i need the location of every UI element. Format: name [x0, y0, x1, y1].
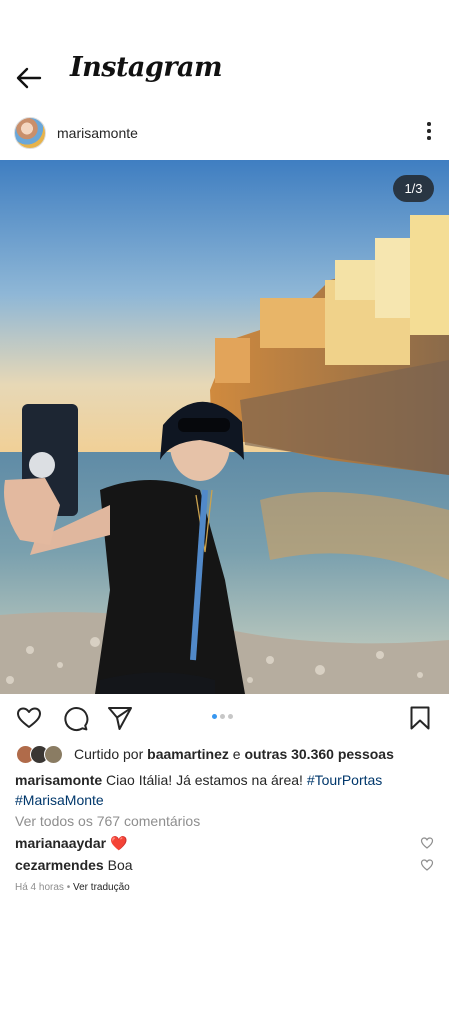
see-translation-link[interactable]: Ver tradução	[73, 882, 130, 893]
action-bar	[0, 700, 449, 736]
instagram-logo: Instagram	[70, 52, 223, 83]
share-icon[interactable]	[106, 704, 134, 732]
post-header: marisamonte	[0, 114, 449, 154]
comment-username[interactable]: cezarmendes	[15, 857, 104, 873]
avatar[interactable]	[14, 117, 46, 149]
back-arrow-icon[interactable]	[14, 64, 44, 92]
carousel-dot	[220, 714, 225, 719]
carousel-dot	[212, 714, 217, 719]
heart-icon[interactable]	[15, 704, 43, 732]
liker-avatars	[16, 745, 72, 764]
caption-username[interactable]: marisamonte	[15, 772, 102, 788]
top-bar: Instagram	[0, 0, 449, 110]
liker-username[interactable]: baamartinez	[147, 746, 229, 762]
avatar	[44, 745, 63, 764]
comment-text: Boa	[107, 857, 133, 873]
post-image[interactable]: 1/3	[0, 160, 449, 694]
carousel-indicator	[212, 714, 233, 719]
heart-icon[interactable]	[420, 836, 434, 850]
comment-icon[interactable]	[61, 704, 89, 732]
comment-text: ❤️	[109, 835, 128, 851]
hashtag-link[interactable]: #MarisaMonte	[15, 792, 104, 808]
post-time: Há 4 horas	[15, 882, 64, 893]
likes-text: Curtido por baamartinez e outras 30.360 …	[74, 746, 394, 762]
post-username[interactable]: marisamonte	[57, 125, 138, 141]
separator: •	[66, 882, 71, 893]
comment-username[interactable]: marianaaydar	[15, 835, 106, 851]
caption-text: Ciao Itália! Já estamos na área!	[106, 772, 303, 788]
comment-item: marianaaydar ❤️	[15, 835, 435, 855]
likes-connector: e	[232, 746, 241, 762]
photo-illustration	[0, 160, 449, 694]
likes-count[interactable]: outras 30.360 pessoas	[244, 746, 393, 762]
comment-item: cezarmendes Boa	[15, 857, 435, 877]
post-meta: Há 4 horas • Ver tradução	[15, 882, 130, 893]
likes-prefix: Curtido por	[74, 746, 144, 762]
bookmark-icon[interactable]	[406, 704, 434, 732]
more-options-icon[interactable]	[425, 122, 433, 144]
view-all-comments-link[interactable]: Ver todos os 767 comentários	[15, 813, 200, 829]
post-caption: marisamonte Ciao Itália! Já estamos na á…	[15, 770, 435, 810]
image-counter-badge: 1/3	[393, 175, 434, 202]
carousel-dot	[228, 714, 233, 719]
hashtag-link[interactable]: #TourPortas	[307, 772, 382, 788]
heart-icon[interactable]	[420, 858, 434, 872]
likes-row[interactable]: Curtido por baamartinez e outras 30.360 …	[16, 744, 446, 764]
